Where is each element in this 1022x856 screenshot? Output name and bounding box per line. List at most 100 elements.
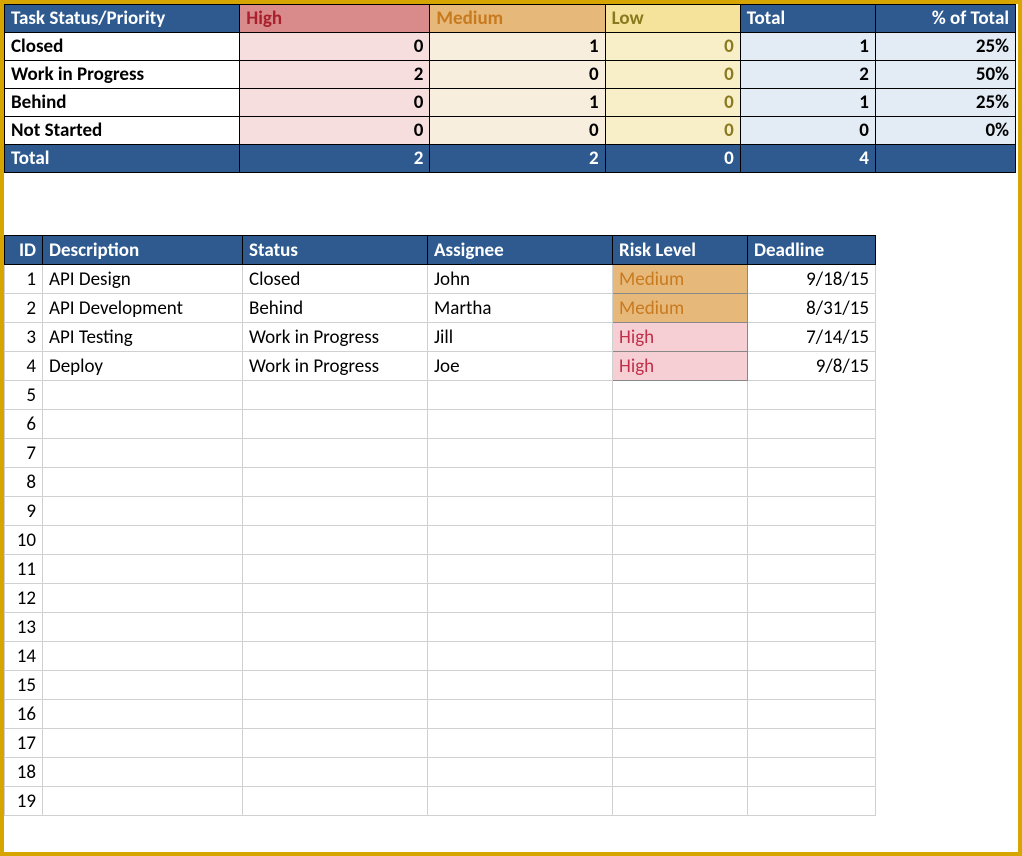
cell-id[interactable]: 1 [5,265,43,294]
cell-risk[interactable] [613,555,748,584]
summary-cell[interactable]: 0 [605,117,740,145]
cell-assignee[interactable] [428,555,613,584]
col-header-description[interactable]: Description [43,236,243,265]
cell-description[interactable] [43,497,243,526]
summary-cell[interactable]: 0 [430,61,605,89]
cell-status[interactable] [243,758,428,787]
cell-id[interactable]: 18 [5,758,43,787]
cell-assignee[interactable] [428,526,613,555]
cell-status[interactable]: Work in Progress [243,352,428,381]
cell-status[interactable] [243,468,428,497]
cell-id[interactable]: 9 [5,497,43,526]
cell-deadline[interactable] [748,381,876,410]
cell-assignee[interactable]: John [428,265,613,294]
summary-cell[interactable]: 1 [740,89,875,117]
summary-cell[interactable]: 0% [875,117,1015,145]
cell-assignee[interactable] [428,410,613,439]
cell-status[interactable] [243,584,428,613]
cell-description[interactable]: API Development [43,294,243,323]
cell-status[interactable] [243,555,428,584]
cell-status[interactable] [243,381,428,410]
cell-status[interactable] [243,671,428,700]
cell-deadline[interactable] [748,497,876,526]
cell-id[interactable]: 2 [5,294,43,323]
cell-id[interactable]: 19 [5,787,43,816]
cell-id[interactable]: 13 [5,613,43,642]
cell-description[interactable] [43,555,243,584]
col-header-assignee[interactable]: Assignee [428,236,613,265]
cell-status[interactable] [243,729,428,758]
cell-description[interactable] [43,381,243,410]
cell-status[interactable] [243,526,428,555]
cell-description[interactable] [43,439,243,468]
cell-id[interactable]: 5 [5,381,43,410]
priority-header-low[interactable]: Low [605,5,740,33]
cell-assignee[interactable] [428,758,613,787]
cell-status[interactable]: Work in Progress [243,323,428,352]
cell-deadline[interactable] [748,410,876,439]
cell-description[interactable] [43,410,243,439]
summary-cell[interactable]: 1 [430,89,605,117]
cell-risk[interactable] [613,468,748,497]
total-header[interactable]: Total [740,5,875,33]
cell-risk[interactable]: Medium [613,294,748,323]
summary-cell[interactable]: 0 [240,33,430,61]
cell-status[interactable] [243,439,428,468]
cell-assignee[interactable] [428,729,613,758]
pct-header[interactable]: % of Total [875,5,1015,33]
cell-deadline[interactable] [748,555,876,584]
cell-risk[interactable] [613,700,748,729]
cell-description[interactable] [43,671,243,700]
cell-status[interactable] [243,700,428,729]
cell-assignee[interactable]: Joe [428,352,613,381]
cell-deadline[interactable] [748,642,876,671]
summary-cell[interactable]: 0 [605,145,740,173]
cell-deadline[interactable]: 9/18/15 [748,265,876,294]
summary-cell[interactable]: 2 [240,61,430,89]
cell-description[interactable]: Deploy [43,352,243,381]
priority-header-medium[interactable]: Medium [430,5,605,33]
summary-cell[interactable]: 0 [605,61,740,89]
cell-risk[interactable] [613,671,748,700]
cell-description[interactable] [43,468,243,497]
summary-cell[interactable]: 2 [240,145,430,173]
cell-id[interactable]: 3 [5,323,43,352]
cell-id[interactable]: 7 [5,439,43,468]
cell-deadline[interactable] [748,700,876,729]
cell-assignee[interactable] [428,787,613,816]
cell-description[interactable]: API Design [43,265,243,294]
cell-deadline[interactable] [748,584,876,613]
cell-assignee[interactable] [428,700,613,729]
summary-cell[interactable]: 2 [430,145,605,173]
summary-cell[interactable]: 1 [740,33,875,61]
cell-deadline[interactable] [748,729,876,758]
status-label[interactable]: Work in Progress [5,61,240,89]
status-label[interactable]: Closed [5,33,240,61]
cell-deadline[interactable]: 8/31/15 [748,294,876,323]
cell-risk[interactable] [613,381,748,410]
cell-deadline[interactable]: 9/8/15 [748,352,876,381]
cell-deadline[interactable] [748,613,876,642]
cell-id[interactable]: 11 [5,555,43,584]
cell-risk[interactable] [613,758,748,787]
cell-deadline[interactable] [748,526,876,555]
cell-risk[interactable] [613,584,748,613]
status-label[interactable]: Not Started [5,117,240,145]
cell-risk[interactable] [613,439,748,468]
col-header-id[interactable]: ID [5,236,43,265]
summary-cell[interactable]: 0 [240,117,430,145]
cell-assignee[interactable] [428,642,613,671]
summary-cell[interactable]: 50% [875,61,1015,89]
cell-status[interactable] [243,787,428,816]
summary-cell[interactable]: 25% [875,33,1015,61]
cell-assignee[interactable] [428,439,613,468]
cell-status[interactable]: Closed [243,265,428,294]
cell-assignee[interactable] [428,671,613,700]
cell-description[interactable]: API Testing [43,323,243,352]
cell-status[interactable] [243,613,428,642]
cell-deadline[interactable] [748,468,876,497]
cell-id[interactable]: 16 [5,700,43,729]
cell-status[interactable] [243,497,428,526]
cell-assignee[interactable] [428,497,613,526]
cell-description[interactable] [43,526,243,555]
